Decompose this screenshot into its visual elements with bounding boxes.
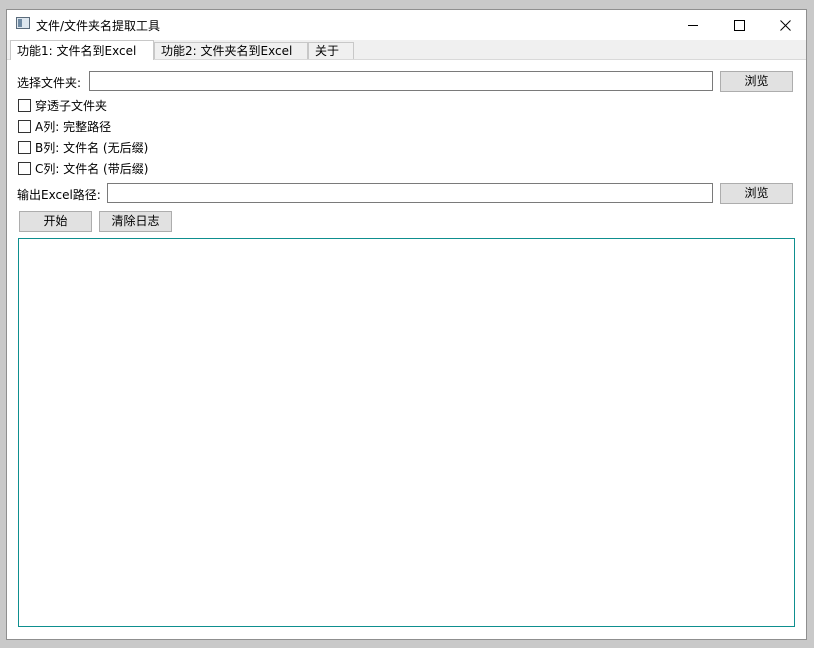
recurse-checkbox[interactable] <box>18 98 31 112</box>
minimize-icon <box>688 24 698 26</box>
browse-folder-button[interactable]: 浏览 <box>720 71 793 92</box>
option-column-a[interactable]: A列: 完整路径 <box>18 118 111 134</box>
column-c-label: C列: 文件名 (带后缀) <box>35 161 149 176</box>
tab-bar: 功能1: 文件名到Excel 功能2: 文件夹名到Excel 关于 <box>7 40 806 60</box>
column-c-checkbox[interactable] <box>18 161 31 175</box>
maximize-button[interactable] <box>716 10 762 40</box>
option-column-b[interactable]: B列: 文件名 (无后缀) <box>18 139 148 155</box>
column-b-checkbox[interactable] <box>18 140 31 154</box>
column-a-checkbox[interactable] <box>18 119 31 133</box>
app-window: 文件/文件夹名提取工具 功能1: 文件名到Excel 功能2: 文件夹名到Exc… <box>6 9 807 640</box>
tab-about[interactable]: 关于 <box>308 42 354 59</box>
column-a-label: A列: 完整路径 <box>35 119 112 134</box>
minimize-button[interactable] <box>670 10 716 40</box>
title-bar[interactable]: 文件/文件夹名提取工具 <box>7 10 806 40</box>
window-title: 文件/文件夹名提取工具 <box>36 19 161 33</box>
folder-label: 选择文件夹: <box>17 76 82 90</box>
option-column-c[interactable]: C列: 文件名 (带后缀) <box>18 160 148 176</box>
close-button[interactable] <box>762 10 808 40</box>
maximize-icon <box>733 19 745 31</box>
start-button[interactable]: 开始 <box>19 211 92 232</box>
recurse-label: 穿透子文件夹 <box>35 98 108 113</box>
log-textarea[interactable] <box>18 238 795 627</box>
tab-panel: 选择文件夹: 浏览 穿透子文件夹 A列: 完整路径 B列: 文件名 (无后缀) … <box>7 59 806 639</box>
app-window-icon <box>16 17 30 29</box>
tab-folder-to-excel[interactable]: 功能2: 文件夹名到Excel <box>154 42 308 59</box>
output-label: 输出Excel路径: <box>17 188 101 202</box>
option-recurse-subfolders[interactable]: 穿透子文件夹 <box>18 97 107 113</box>
folder-path-input[interactable] <box>89 71 713 91</box>
output-path-input[interactable] <box>107 183 713 203</box>
tab-file-to-excel[interactable]: 功能1: 文件名到Excel <box>10 40 154 60</box>
clear-log-button[interactable]: 清除日志 <box>99 211 172 232</box>
column-b-label: B列: 文件名 (无后缀) <box>35 140 149 155</box>
browse-output-button[interactable]: 浏览 <box>720 183 793 204</box>
close-icon <box>779 19 791 31</box>
